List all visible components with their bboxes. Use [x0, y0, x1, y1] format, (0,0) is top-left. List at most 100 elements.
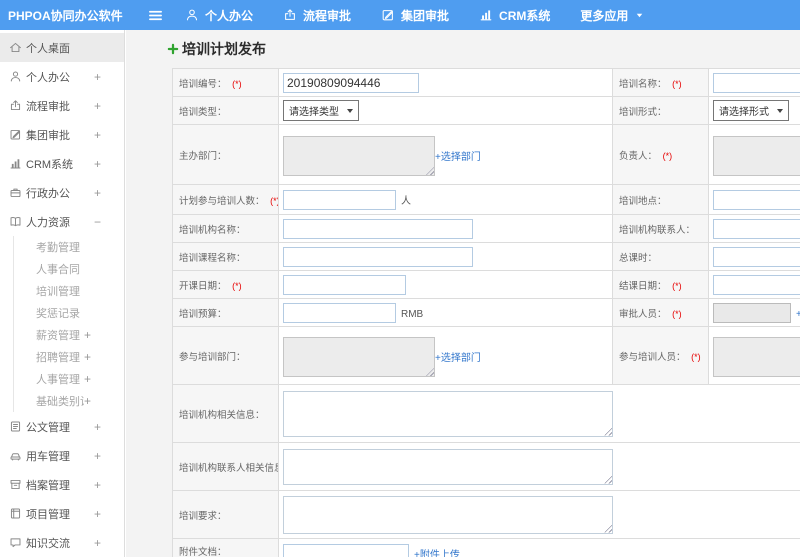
- resize-handle-icon[interactable]: [426, 368, 434, 376]
- sidebar-item-reward-punishment[interactable]: 奖惩记录: [14, 302, 124, 324]
- expand-icon[interactable]: +: [84, 350, 91, 364]
- field-label: 培训机构联系人：: [612, 214, 709, 243]
- expand-icon[interactable]: +: [94, 157, 101, 171]
- org-info-textarea[interactable]: [283, 390, 613, 437]
- resize-handle-icon[interactable]: [604, 475, 612, 484]
- participating-departments-select-link[interactable]: +选择部门: [435, 353, 481, 365]
- expand-icon[interactable]: +: [94, 99, 101, 113]
- sidebar-item-label: 流程审批: [26, 100, 70, 113]
- user-icon: [186, 9, 198, 21]
- sidebar-item-label: 考勤管理: [36, 242, 80, 254]
- attachment-input[interactable]: [283, 544, 409, 557]
- sidebar-item-vehicle-management[interactable]: 用车管理 +: [0, 441, 124, 470]
- expand-icon[interactable]: +: [84, 372, 91, 386]
- sidebar-item-label: 行政办公: [26, 187, 70, 200]
- chart-icon: [10, 159, 21, 169]
- training-number-input[interactable]: [283, 72, 419, 93]
- expand-icon[interactable]: +: [94, 478, 101, 492]
- sidebar-item-recruitment-management[interactable]: 招聘管理 +: [14, 346, 124, 368]
- sidebar-item-knowledge-exchange[interactable]: 知识交流 +: [0, 528, 124, 557]
- nav-personal-office[interactable]: 个人办公: [185, 7, 253, 24]
- start-date-input[interactable]: [283, 274, 406, 295]
- sidebar-item-archive-management[interactable]: 档案管理 +: [0, 470, 124, 499]
- expand-icon[interactable]: +: [94, 449, 101, 463]
- org-contact-input[interactable]: [713, 218, 800, 239]
- expand-icon[interactable]: +: [84, 394, 91, 408]
- sidebar-item-personnel-contract[interactable]: 人事合同: [14, 258, 124, 280]
- host-department-textarea[interactable]: [283, 136, 435, 176]
- resize-handle-icon[interactable]: [604, 427, 612, 436]
- sidebar-item-label: 公文管理: [26, 421, 70, 434]
- requirements-textarea[interactable]: [283, 495, 613, 534]
- resize-handle-icon[interactable]: [426, 167, 434, 175]
- sidebar-item-document-management[interactable]: 公文管理 +: [0, 412, 124, 441]
- sidebar-item-personal-office[interactable]: 个人办公 +: [0, 62, 124, 91]
- sidebar-item-group-approval[interactable]: 集团审批 +: [0, 120, 124, 149]
- participants-textarea[interactable]: [713, 337, 800, 377]
- expand-icon[interactable]: +: [84, 328, 91, 342]
- home-icon: [10, 42, 21, 53]
- field-label: 培训编号： (*): [172, 68, 279, 97]
- menu-button[interactable]: [148, 8, 163, 23]
- sidebar-item-project-management[interactable]: 项目管理 +: [0, 499, 124, 528]
- sidebar-item-personal-desktop[interactable]: 个人桌面: [0, 33, 124, 62]
- leader-textarea[interactable]: [713, 136, 800, 176]
- expand-icon[interactable]: +: [94, 507, 101, 521]
- nav-crm-system[interactable]: CRM系统: [479, 7, 550, 24]
- nav-workflow-approval[interactable]: 流程审批: [283, 7, 351, 24]
- expand-icon[interactable]: +: [94, 536, 101, 550]
- participating-departments-textarea[interactable]: [283, 337, 435, 377]
- expand-icon[interactable]: +: [94, 420, 101, 434]
- required-mark: (*): [691, 351, 701, 362]
- sidebar-item-personnel-management[interactable]: 人事管理 +: [14, 368, 124, 390]
- sidebar-item-workflow-approval[interactable]: 流程审批 +: [0, 91, 124, 120]
- training-plan-form: 培训编号： (*) 培训名称： (*) 培训类型：请选择类型 培训形式：请选择形式主办…: [172, 68, 800, 557]
- nav-group-approval[interactable]: 集团审批: [381, 7, 449, 24]
- resize-handle-icon[interactable]: [604, 524, 612, 533]
- total-hours-input[interactable]: [713, 246, 800, 267]
- training-name-input[interactable]: [713, 72, 800, 93]
- field-label: 培训名称： (*): [612, 68, 709, 97]
- planned-participants-input[interactable]: [283, 189, 396, 210]
- sidebar-item-label: 人事管理: [36, 374, 80, 386]
- org-name-input[interactable]: [283, 218, 473, 239]
- sidebar-item-training-management[interactable]: 培训管理: [14, 280, 124, 302]
- required-mark: (*): [672, 280, 682, 291]
- field-label: 培训课程名称：: [172, 242, 279, 271]
- field-label: 总课时：: [612, 242, 709, 271]
- org-contact-info-textarea[interactable]: [283, 448, 613, 485]
- sidebar-item-basic-category-settings[interactable]: 基础类别设置+: [14, 390, 124, 412]
- book-icon: [10, 217, 21, 227]
- field-label: 审批人员： (*): [612, 298, 709, 327]
- field-label: 参与培训部门：: [172, 326, 279, 385]
- end-date-input[interactable]: [713, 274, 800, 295]
- caret-down-icon: [347, 109, 353, 116]
- field-label: 参与培训人员： (*): [612, 326, 709, 385]
- sidebar-item-salary-management[interactable]: 薪资管理 +: [14, 324, 124, 346]
- attachment-link[interactable]: +附件上传: [414, 550, 460, 557]
- course-name-input[interactable]: [283, 246, 473, 267]
- sidebar-item-crm-system[interactable]: CRM系统 +: [0, 149, 124, 178]
- document-icon: [10, 421, 21, 432]
- expand-icon[interactable]: +: [94, 186, 101, 200]
- edit-icon: [10, 129, 21, 140]
- nav-label: 更多应用: [580, 8, 629, 23]
- nav-label: 流程审批: [303, 8, 352, 23]
- main-content: 培训计划发布 培训编号： (*) 培训名称： (*) 培训类型：请选择类型 培训形式：…: [126, 30, 800, 557]
- chart-icon: [480, 10, 492, 21]
- expand-icon[interactable]: +: [94, 128, 101, 142]
- sidebar-item-attendance-management[interactable]: 考勤管理: [14, 236, 124, 258]
- host-department-select-link[interactable]: +选择部门: [435, 152, 481, 164]
- training-location-input[interactable]: [713, 189, 800, 210]
- collapse-icon[interactable]: −: [94, 215, 101, 229]
- approver-input[interactable]: [713, 302, 791, 323]
- nav-more-apps[interactable]: 更多应用: [580, 7, 645, 24]
- budget-input[interactable]: [283, 302, 396, 323]
- training-form-select[interactable]: 请选择形式: [713, 100, 789, 121]
- approver-link[interactable]: +选择审批人员: [796, 309, 800, 320]
- sidebar-item-label: 用车管理: [26, 450, 70, 463]
- sidebar-item-human-resources[interactable]: 人力资源 −: [0, 207, 124, 236]
- training-type-select[interactable]: 请选择类型: [283, 100, 359, 121]
- sidebar-item-admin-office[interactable]: 行政办公 +: [0, 178, 124, 207]
- expand-icon[interactable]: +: [94, 70, 101, 84]
